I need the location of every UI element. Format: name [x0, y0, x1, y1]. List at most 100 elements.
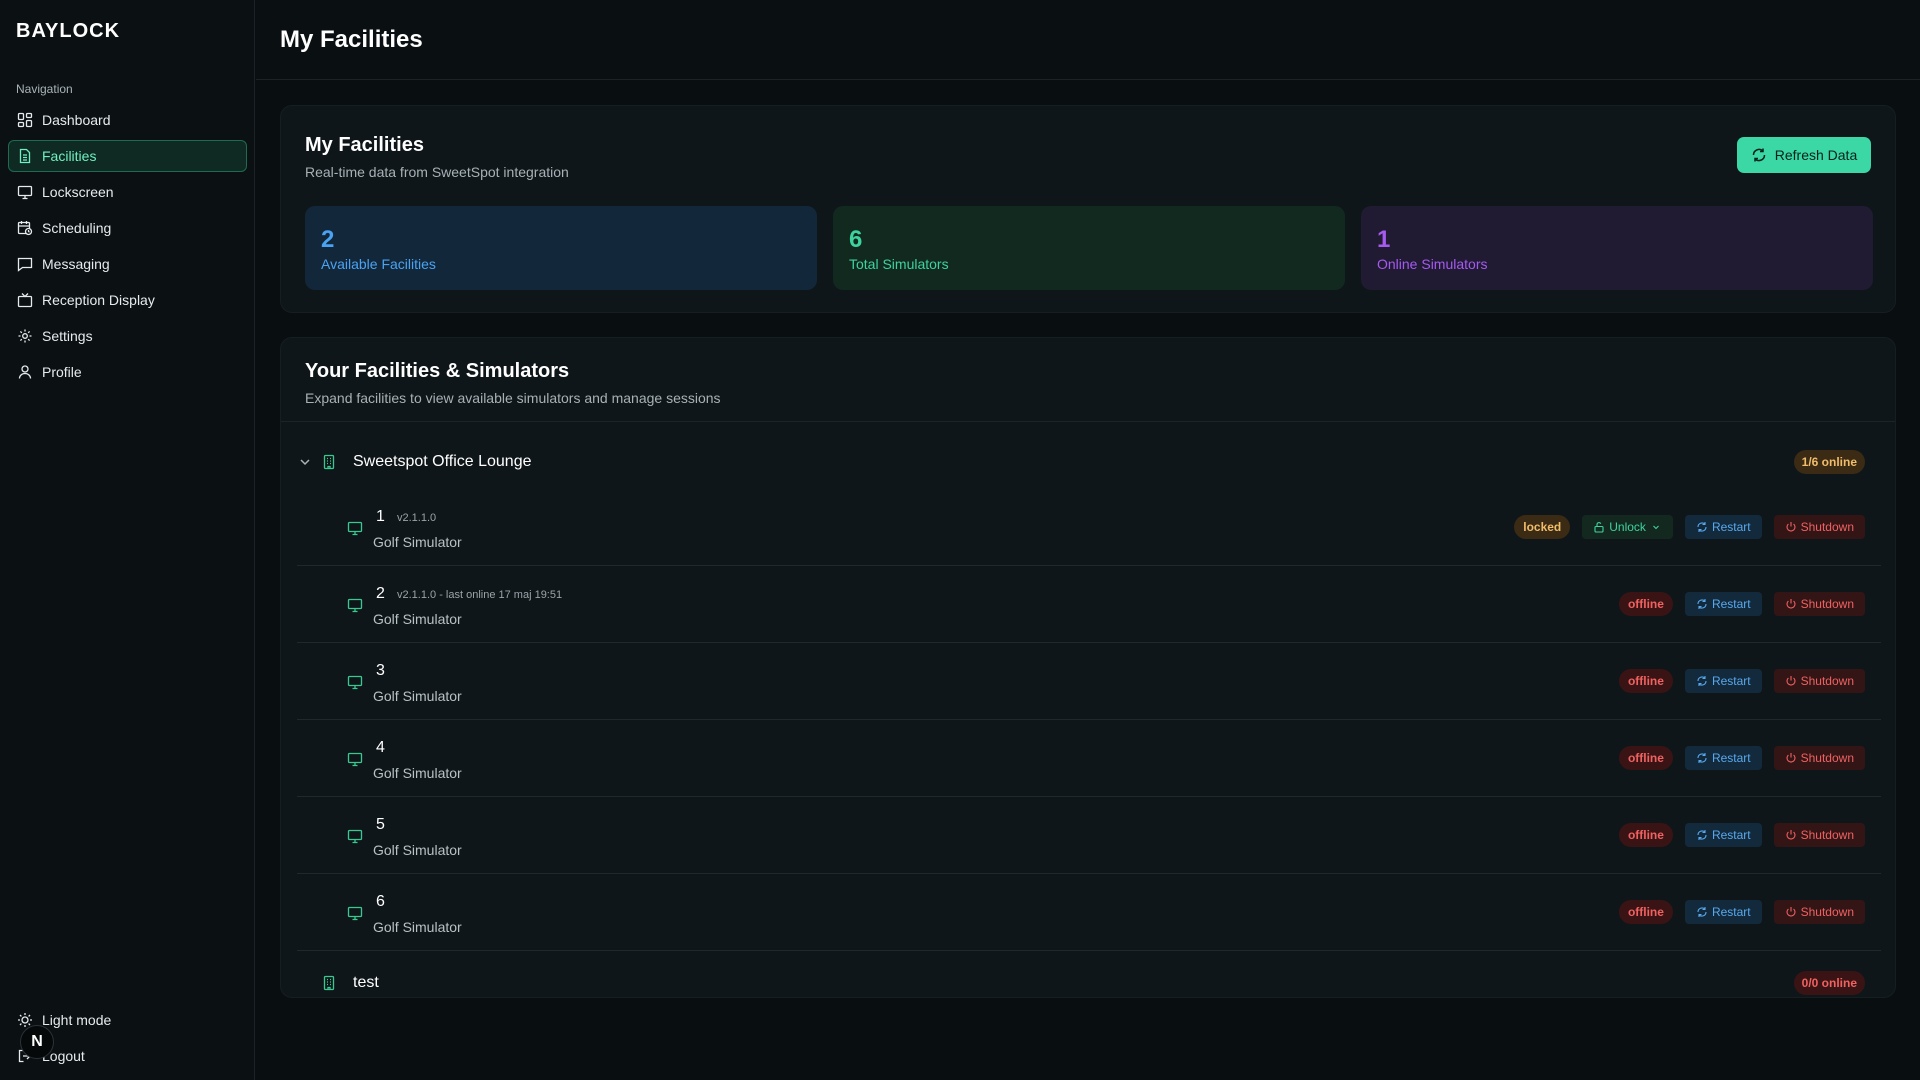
restart-button[interactable]: Restart [1684, 746, 1762, 770]
sidebar-nav: Dashboard Facilities Lockscreen Scheduli… [8, 104, 247, 392]
sidebar-item-label: Dashboard [42, 112, 111, 128]
shutdown-button[interactable]: Shutdown [1773, 900, 1865, 924]
restart-button[interactable]: Restart [1684, 823, 1762, 847]
restart-label: Restart [1711, 674, 1751, 688]
stat-value: 2 [321, 226, 335, 253]
simulator-type: Golf Simulator [373, 688, 462, 704]
sidebar-item-lockscreen[interactable]: Lockscreen [8, 176, 247, 208]
sidebar-item-label: Reception Display [42, 292, 155, 308]
online-count-badge: 0/0 online [1793, 971, 1865, 995]
shutdown-button[interactable]: Shutdown [1773, 746, 1865, 770]
status-badge: offline [1618, 669, 1673, 693]
building-icon [323, 454, 335, 470]
tv-icon [17, 292, 33, 308]
restart-button[interactable]: Restart [1684, 669, 1762, 693]
sidebar-item-dashboard[interactable]: Dashboard [8, 104, 247, 136]
power-icon [1786, 599, 1796, 609]
status-badge: offline [1618, 746, 1673, 770]
refresh-icon [1697, 753, 1707, 763]
simulator-actions: offline Restart Shutdown [1618, 900, 1865, 924]
chevron-down-icon [1653, 525, 1659, 530]
simulator-number: 1 [376, 508, 385, 525]
stat-total-simulators: 6 Total Simulators [833, 206, 1345, 290]
restart-button[interactable]: Restart [1684, 592, 1762, 616]
shutdown-label: Shutdown [1800, 828, 1854, 842]
summary-subtitle: Real-time data from SweetSpot integratio… [305, 164, 569, 180]
shutdown-button[interactable]: Shutdown [1773, 823, 1865, 847]
restart-button[interactable]: Restart [1684, 900, 1762, 924]
facility-name: test [353, 974, 379, 991]
summary-title: My Facilities [305, 134, 424, 156]
shutdown-label: Shutdown [1800, 751, 1854, 765]
avatar[interactable]: N [20, 1025, 54, 1059]
power-icon [1786, 830, 1796, 840]
stat-value: 6 [849, 226, 863, 253]
simulator-actions: offline Restart Shutdown [1618, 669, 1865, 693]
simulator-actions: offline Restart Shutdown [1618, 592, 1865, 616]
brand-logo[interactable]: BAYLOCK [16, 20, 120, 43]
refresh-icon [1697, 676, 1707, 686]
simulator-actions: locked Unlock Restart Shutdown [1514, 515, 1865, 539]
restart-label: Restart [1711, 828, 1751, 842]
stat-label: Available Facilities [321, 256, 436, 272]
shutdown-button[interactable]: Shutdown [1773, 515, 1865, 539]
calendar-clock-icon [17, 220, 33, 236]
refresh-icon [1752, 148, 1766, 162]
building-icon [323, 975, 335, 991]
online-count-badge: 1/6 online [1793, 450, 1865, 474]
simulator-number: 3 [376, 662, 385, 679]
top-bar: My Facilities [256, 0, 1920, 80]
simulator-number: 6 [376, 893, 385, 910]
gear-icon [17, 328, 33, 344]
stat-label: Total Simulators [849, 256, 949, 272]
lock-open-icon [1594, 522, 1604, 533]
light-mode-label: Light mode [42, 1012, 112, 1028]
simulator-row: 6 Golf Simulator offline Restart Shutdow… [297, 875, 1881, 951]
chevron-down-icon[interactable] [297, 454, 313, 470]
refresh-icon [1697, 907, 1707, 917]
facility-row[interactable]: Sweetspot Office Lounge 1/6 online [297, 434, 1881, 490]
facility-name: Sweetspot Office Lounge [353, 453, 532, 470]
divider [281, 421, 1895, 422]
restart-label: Restart [1711, 905, 1751, 919]
refresh-data-button[interactable]: Refresh Data [1737, 137, 1871, 173]
simulator-number: 2 [376, 585, 385, 602]
simulator-version: v2.1.1.0 [397, 512, 437, 524]
shutdown-button[interactable]: Shutdown [1773, 592, 1865, 616]
simulator-row: 2 v2.1.1.0 - last online 17 maj 19:51 Go… [297, 567, 1881, 643]
simulator-row: 5 Golf Simulator offline Restart Shutdow… [297, 798, 1881, 874]
sidebar-item-scheduling[interactable]: Scheduling [8, 212, 247, 244]
power-icon [1786, 676, 1796, 686]
power-icon [1786, 522, 1796, 532]
shutdown-button[interactable]: Shutdown [1773, 669, 1865, 693]
monitor-icon [17, 184, 33, 200]
message-icon [17, 256, 33, 272]
simulator-row: 3 Golf Simulator offline Restart Shutdow… [297, 644, 1881, 720]
restart-button[interactable]: Restart [1684, 515, 1762, 539]
unlock-dropdown-button[interactable]: Unlock [1582, 515, 1673, 539]
shutdown-label: Shutdown [1800, 520, 1854, 534]
refresh-icon [1697, 830, 1707, 840]
sidebar-item-label: Scheduling [42, 220, 112, 236]
status-badge: offline [1618, 900, 1673, 924]
restart-label: Restart [1711, 520, 1751, 534]
sidebar-item-label: Profile [42, 364, 82, 380]
sidebar-item-facilities[interactable]: Facilities [8, 140, 247, 172]
sidebar-item-reception-display[interactable]: Reception Display [8, 284, 247, 316]
monitor-icon [347, 829, 363, 844]
sidebar: BAYLOCK Navigation Dashboard Facilities … [0, 0, 255, 1080]
sidebar-item-settings[interactable]: Settings [8, 320, 247, 352]
sidebar-item-label: Messaging [42, 256, 110, 272]
sidebar-item-label: Settings [42, 328, 93, 344]
simulator-row: 1 v2.1.1.0 Golf Simulator locked Unlock … [297, 490, 1881, 566]
restart-label: Restart [1711, 751, 1751, 765]
refresh-icon [1697, 599, 1707, 609]
facility-row[interactable]: test 0/0 online [297, 955, 1881, 1011]
shutdown-label: Shutdown [1800, 597, 1854, 611]
simulator-actions: offline Restart Shutdown [1618, 823, 1865, 847]
page-title: My Facilities [280, 26, 423, 53]
stat-available-facilities: 2 Available Facilities [305, 206, 817, 290]
facilities-summary-card: My Facilities Real-time data from SweetS… [280, 105, 1896, 313]
sidebar-item-profile[interactable]: Profile [8, 356, 247, 388]
sidebar-item-messaging[interactable]: Messaging [8, 248, 247, 280]
